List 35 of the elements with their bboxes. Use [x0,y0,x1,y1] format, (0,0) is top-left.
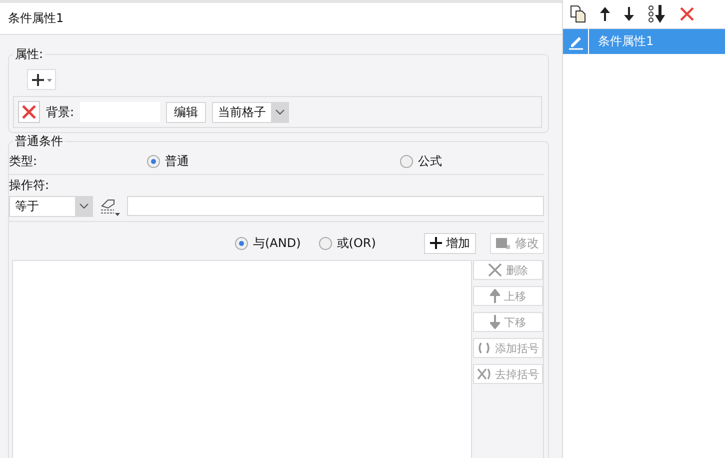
value-field[interactable] [127,196,544,216]
operator-dropdown[interactable]: 等于 [9,196,93,216]
move-bottom-icon[interactable] [648,5,666,23]
arrow-down-icon[interactable] [624,7,634,21]
logic-option-label: 或(OR) [336,234,376,252]
close-icon[interactable] [680,7,694,21]
edit-button[interactable]: 编辑 [166,102,206,122]
type-label: 类型: [9,152,38,170]
type-option-label: 普通 [165,152,189,170]
remove-button[interactable] [18,101,40,123]
scope-dropdown[interactable]: 当前格子 [212,102,290,122]
chevron-down-icon [78,203,88,209]
brackets-icon [477,341,491,355]
plus-icon [430,237,442,249]
add-button[interactable]: 增加 [424,232,476,254]
radio-button[interactable] [147,154,160,168]
remove-brackets-icon [477,367,491,381]
background-label: 背景: [46,104,74,120]
delete-icon [488,263,502,277]
group-title: 属性: [13,46,46,63]
arrow-up-icon[interactable] [600,7,610,21]
chevron-down-icon [274,109,285,115]
copy-icon[interactable] [570,5,586,23]
radio-button[interactable] [318,236,332,250]
arrow-down-icon [490,315,500,329]
condition-item[interactable]: 条件属性1 [563,29,725,54]
radio-button[interactable] [400,154,413,168]
group-title: 普通条件 [13,133,65,150]
logic-option-label: 与(AND) [253,234,301,252]
type-option-label: 公式 [418,152,442,170]
panel-title: 条件属性1 [8,10,64,27]
radio-button[interactable] [235,236,248,250]
operator-label: 操作符: [9,176,50,194]
add-menu-button[interactable] [27,69,56,90]
arrow-up-icon [490,289,500,303]
